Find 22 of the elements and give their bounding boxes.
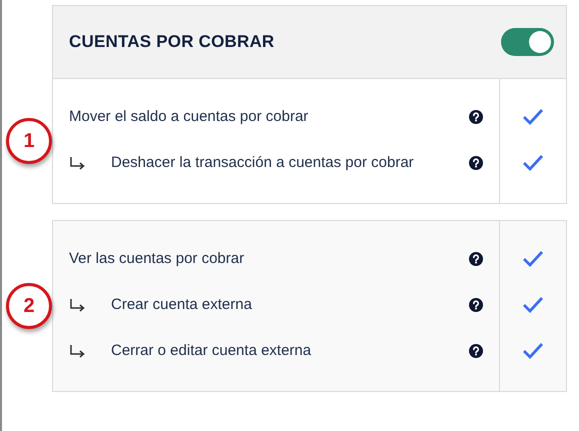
panel-title: CUENTAS POR COBRAR — [69, 31, 274, 54]
callout-number: 1 — [6, 118, 52, 164]
callout-number: 2 — [6, 283, 52, 329]
help-icon[interactable] — [469, 298, 483, 312]
permission-label: Ver las cuentas por cobrar — [69, 249, 246, 270]
check-icon[interactable] — [522, 342, 544, 360]
help-icon[interactable] — [469, 252, 483, 266]
toggle-switch[interactable] — [501, 28, 554, 56]
arrow-icon — [69, 344, 87, 358]
arrow-icon — [69, 298, 87, 312]
permission-label: Crear cuenta externa — [110, 295, 253, 316]
check-icon[interactable] — [522, 154, 544, 172]
check-icon[interactable] — [522, 250, 544, 268]
help-icon[interactable] — [469, 110, 483, 124]
help-icon[interactable] — [469, 344, 483, 358]
permission-label: Mover el saldo a cuentas por cobrar — [69, 107, 310, 128]
permission-label: Cerrar o editar cuenta externa — [110, 341, 312, 362]
check-icon[interactable] — [522, 296, 544, 314]
arrow-icon — [69, 156, 87, 170]
help-icon[interactable] — [469, 156, 483, 170]
permission-label: Deshacer la transacción a cuentas por cobrar — [110, 153, 415, 174]
check-icon[interactable] — [522, 108, 544, 126]
